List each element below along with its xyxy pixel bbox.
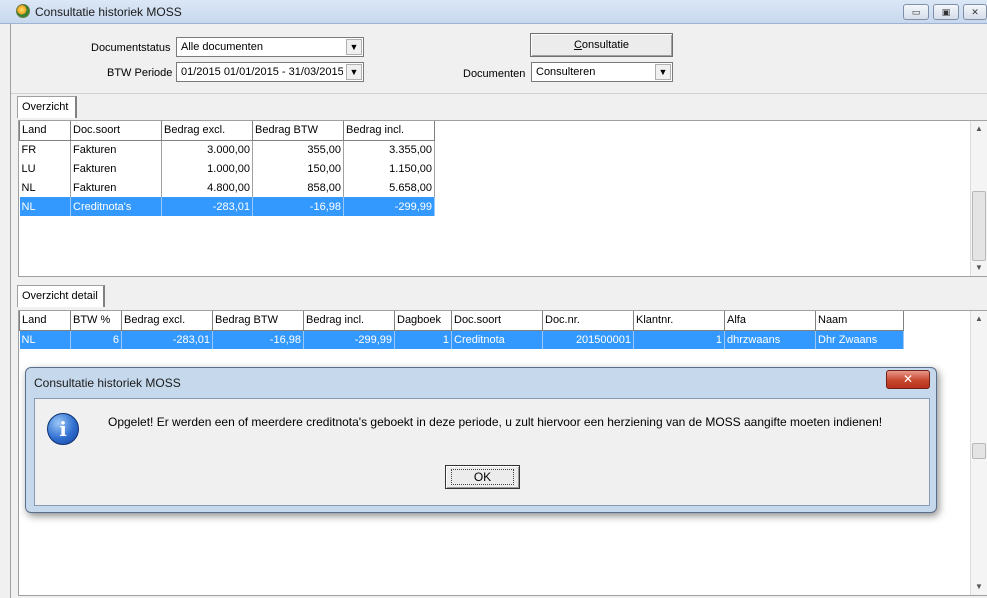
btw-periode-value: 01/2015 01/01/2015 - 31/03/2015 [181, 66, 343, 78]
tab-overzicht[interactable]: Overzicht [17, 96, 77, 118]
cell-bedrag-btw: 355,00 [252, 140, 344, 159]
ok-label: OK [450, 469, 515, 485]
chevron-down-icon[interactable]: ▼ [346, 64, 362, 80]
btw-periode-select[interactable]: 01/2015 01/01/2015 - 31/03/2015 ▼ [176, 62, 364, 82]
documenten-value: Consulteren [536, 66, 596, 78]
scroll-down-icon[interactable]: ▼ [971, 260, 987, 276]
cell-docsoort: Fakturen [70, 140, 162, 159]
scroll-up-icon[interactable]: ▲ [971, 311, 987, 327]
cell-alfa: dhrzwaans [724, 330, 816, 349]
cell-docsoort: Creditnota [451, 330, 543, 349]
consultatie-accel: C [573, 39, 582, 51]
table-header-row: Land Doc.soort Bedrag excl. Bedrag BTW B… [19, 121, 435, 141]
cell-bedrag-incl: -299,99 [303, 330, 395, 349]
cell-btw-perc: 6 [70, 330, 122, 349]
cell-naam: Dhr Zwaans [815, 330, 904, 349]
tab-overzicht-detail[interactable]: Overzicht detail [17, 285, 105, 307]
cell-bedrag-excl: -283,01 [121, 330, 213, 349]
column-header-dagboek[interactable]: Dagboek [394, 311, 452, 331]
dialog-body: i Opgelet! Er werden een of meerdere cre… [34, 398, 930, 506]
cell-dagboek: 1 [394, 330, 452, 349]
overzicht-table: Land Doc.soort Bedrag excl. Bedrag BTW B… [19, 121, 435, 216]
documenten-select[interactable]: Consulteren ▼ [531, 62, 673, 82]
cell-bedrag-btw: 150,00 [252, 159, 344, 178]
scroll-thumb[interactable] [972, 443, 986, 459]
cell-land: NL [19, 197, 71, 216]
ok-button[interactable]: OK [445, 465, 520, 489]
column-header-land[interactable]: Land [19, 311, 71, 331]
table-row[interactable]: NL Fakturen 4.800,00 858,00 5.658,00 [19, 178, 435, 197]
cell-klantnr: 1 [633, 330, 725, 349]
cell-docsoort: Fakturen [70, 159, 162, 178]
window-close-button[interactable]: ✕ [963, 4, 987, 20]
cell-bedrag-excl: 3.000,00 [161, 140, 253, 159]
cell-bedrag-btw: -16,98 [212, 330, 304, 349]
detail-scrollbar[interactable]: ▲ ▼ [970, 311, 987, 595]
consultatie-label: onsultatie [581, 39, 630, 51]
column-header-bedrag-excl[interactable]: Bedrag excl. [121, 311, 213, 331]
column-header-docnr[interactable]: Doc.nr. [542, 311, 634, 331]
scroll-thumb[interactable] [972, 191, 986, 261]
cell-docsoort: Creditnota's [70, 197, 162, 216]
column-header-alfa[interactable]: Alfa [724, 311, 816, 331]
info-icon: i [47, 413, 79, 445]
column-header-bedrag-excl[interactable]: Bedrag excl. [161, 121, 253, 141]
dialog-message: Opgelet! Er werden een of meerdere credi… [108, 415, 883, 429]
documentstatus-select[interactable]: Alle documenten ▼ [176, 37, 364, 57]
cell-land: NL [19, 178, 71, 197]
cell-land: FR [19, 140, 71, 159]
table-row[interactable]: LU Fakturen 1.000,00 150,00 1.150,00 [19, 159, 435, 178]
column-header-klantnr[interactable]: Klantnr. [633, 311, 725, 331]
documentstatus-label: Documentstatus [91, 42, 171, 54]
overzicht-scrollbar[interactable]: ▲ ▼ [970, 121, 987, 276]
app-icon [16, 4, 30, 18]
scroll-down-icon[interactable]: ▼ [971, 579, 987, 595]
scroll-up-icon[interactable]: ▲ [971, 121, 987, 137]
table-row-selected[interactable]: NL Creditnota's -283,01 -16,98 -299,99 [19, 197, 435, 216]
cell-bedrag-incl: -299,99 [343, 197, 435, 216]
column-header-bedrag-btw[interactable]: Bedrag BTW [252, 121, 344, 141]
table-row[interactable]: FR Fakturen 3.000,00 355,00 3.355,00 [19, 140, 435, 159]
cell-bedrag-btw: 858,00 [252, 178, 344, 197]
btw-periode-label: BTW Periode [107, 67, 173, 79]
window-title: Consultatie historiek MOSS [35, 5, 182, 19]
consultatie-button[interactable]: Consultatie [530, 33, 673, 57]
column-header-bedrag-incl[interactable]: Bedrag incl. [303, 311, 395, 331]
cell-bedrag-incl: 5.658,00 [343, 178, 435, 197]
column-header-naam[interactable]: Naam [815, 311, 904, 331]
maximize-button[interactable]: ▣ [933, 4, 959, 20]
cell-bedrag-excl: -283,01 [161, 197, 253, 216]
overzicht-panel: Land Doc.soort Bedrag excl. Bedrag BTW B… [18, 120, 987, 277]
cell-docsoort: Fakturen [70, 178, 162, 197]
column-header-bedrag-incl[interactable]: Bedrag incl. [343, 121, 435, 141]
cell-bedrag-excl: 1.000,00 [161, 159, 253, 178]
detail-table: Land BTW % Bedrag excl. Bedrag BTW Bedra… [19, 311, 904, 349]
chevron-down-icon[interactable]: ▼ [655, 64, 671, 80]
cell-bedrag-incl: 1.150,00 [343, 159, 435, 178]
dialog-title: Consultatie historiek MOSS [34, 376, 181, 390]
table-header-row: Land BTW % Bedrag excl. Bedrag BTW Bedra… [19, 311, 904, 331]
documentstatus-value: Alle documenten [181, 41, 263, 53]
cell-bedrag-btw: -16,98 [252, 197, 344, 216]
separator [11, 93, 987, 94]
column-header-docsoort[interactable]: Doc.soort [451, 311, 543, 331]
dialog-close-button[interactable]: ✕ [886, 370, 930, 389]
documenten-label: Documenten [463, 68, 526, 80]
chevron-down-icon[interactable]: ▼ [346, 39, 362, 55]
column-header-bedrag-btw[interactable]: Bedrag BTW [212, 311, 304, 331]
cell-bedrag-excl: 4.800,00 [161, 178, 253, 197]
cell-land: LU [19, 159, 71, 178]
minimize-button[interactable]: ▭ [903, 4, 929, 20]
title-bar: Consultatie historiek MOSS ▭ ▣ ✕ [0, 0, 987, 24]
column-header-docsoort[interactable]: Doc.soort [70, 121, 162, 141]
cell-bedrag-incl: 3.355,00 [343, 140, 435, 159]
cell-land: NL [19, 330, 71, 349]
message-dialog: Consultatie historiek MOSS ✕ i Opgelet! … [25, 367, 937, 513]
cell-docnr: 201500001 [542, 330, 634, 349]
table-row-selected[interactable]: NL 6 -283,01 -16,98 -299,99 1 Creditnota… [19, 330, 904, 349]
column-header-btw-perc[interactable]: BTW % [70, 311, 122, 331]
column-header-land[interactable]: Land [19, 121, 71, 141]
